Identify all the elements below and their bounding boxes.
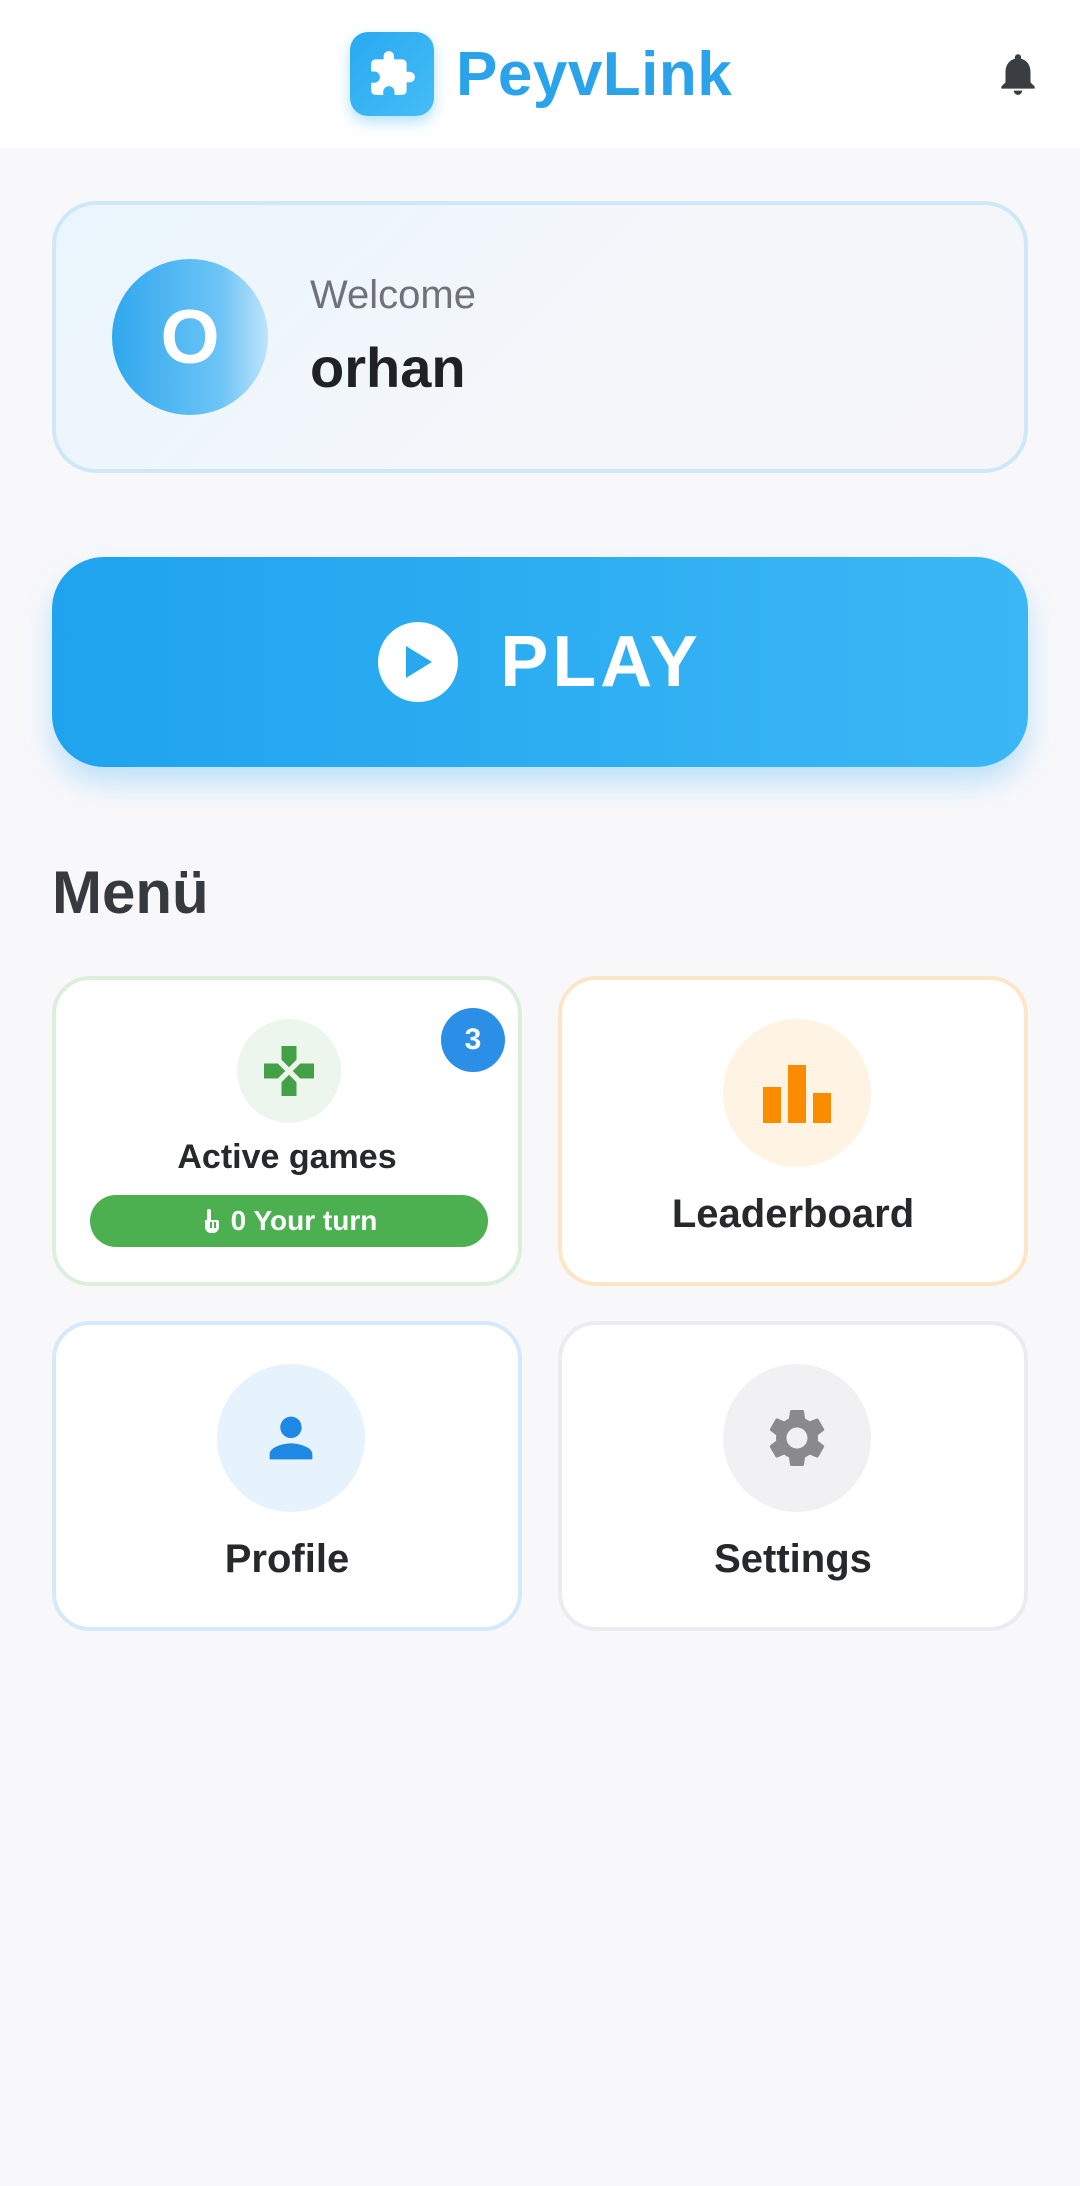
gear-icon: [723, 1364, 871, 1512]
avatar: O: [112, 259, 268, 415]
your-turn-status: 0 Your turn: [90, 1195, 488, 1247]
app-bar: PeyvLink: [0, 0, 1080, 148]
app-logo: PeyvLink: [350, 32, 732, 116]
user-name: orhan: [310, 336, 466, 399]
active-games-label: Active games: [177, 1138, 397, 1176]
active-games-tile[interactable]: 3 Active games 0 Your turn: [52, 976, 522, 1286]
menu-title: Menü: [52, 859, 209, 926]
play-circle-icon: [378, 622, 459, 702]
person-icon: [217, 1364, 365, 1512]
leaderboard-tile[interactable]: Leaderboard: [558, 976, 1028, 1286]
puzzle-icon: [350, 32, 434, 116]
app-title: PeyvLink: [456, 39, 733, 109]
profile-label: Profile: [224, 1537, 350, 1581]
play-label: PLAY: [500, 622, 702, 702]
your-turn-label: 0 Your turn: [230, 1205, 378, 1236]
settings-label: Settings: [714, 1537, 872, 1581]
active-games-badge: 3: [441, 1008, 505, 1072]
gamepad-icon: [237, 1019, 341, 1123]
profile-tile[interactable]: Profile: [52, 1321, 522, 1631]
play-button[interactable]: PLAY: [52, 557, 1028, 767]
welcome-label: Welcome: [310, 273, 476, 317]
bar-chart-icon: [723, 1019, 871, 1167]
welcome-card: O Welcome orhan: [52, 201, 1028, 473]
leaderboard-label: Leaderboard: [671, 1192, 915, 1236]
bell-icon[interactable]: [990, 44, 1046, 104]
hand-pointer-icon: [201, 1208, 221, 1234]
settings-tile[interactable]: Settings: [558, 1321, 1028, 1631]
